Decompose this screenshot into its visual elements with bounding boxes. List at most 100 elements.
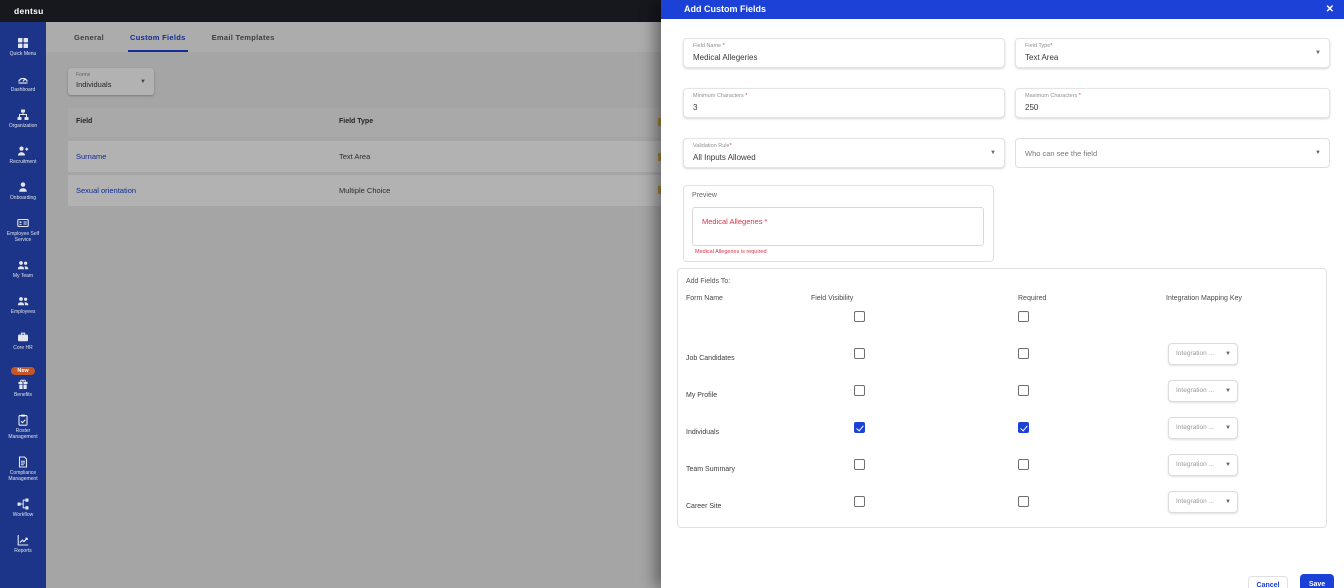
integration-mapping-select[interactable]: Integration ... ▼ [1168,454,1238,476]
sidebar-item-label: Organization [9,123,37,129]
document-icon [17,456,29,468]
field-visibility-checkbox[interactable] [854,385,865,396]
add-fields-row-job-candidates: Job Candidates Integration ...▼ [678,344,1326,381]
field-visibility-checkbox[interactable] [854,496,865,507]
add-fields-row-individuals: Individuals Integration ... ▼ [678,418,1326,455]
sidebar-item-label: My Team [13,273,33,279]
who-can-see-field-select[interactable]: Who can see the field ▼ [1015,138,1330,168]
field-name-input[interactable]: Field Name *Medical Allegeries [683,38,1005,68]
column-header-form-name: Form Name [686,295,723,302]
preview-card: Preview Medical Allegeries * Medical All… [683,185,994,262]
cancel-button[interactable]: Cancel [1248,576,1288,588]
form-name-label: Job Candidates [686,355,735,362]
person-add-icon [17,145,29,157]
integration-mapping-select[interactable]: Integration ... ▼ [1168,491,1238,513]
sidebar-item-label: Employees [11,309,36,315]
required-checkbox[interactable] [1018,496,1029,507]
sidebar-item-quick-menu[interactable]: Quick Menu [0,37,46,57]
sidebar-item-my-team[interactable]: My Team [0,259,46,279]
gift-icon [17,378,29,390]
required-checkbox-checked[interactable] [1018,422,1029,433]
field-visibility-checkbox[interactable] [854,311,865,322]
person-icon [17,181,29,193]
close-icon[interactable]: ✕ [1326,0,1334,19]
minimum-characters-input[interactable]: Minimum Characters *3 [683,88,1005,118]
integration-mapping-placeholder: Integration ... [1176,455,1214,475]
field-type-select[interactable]: Field Type*Text Area ▼ [1015,38,1330,68]
sidebar-item-onboarding[interactable]: Onboarding [0,181,46,201]
chevron-down-icon: ▼ [990,150,996,156]
chevron-down-icon: ▼ [1225,499,1231,505]
clipboard-check-icon [17,414,29,426]
column-header-field-visibility: Field Visibility [811,295,853,302]
grid-icon [17,37,29,49]
field-visibility-checkbox-checked[interactable] [854,422,865,433]
add-fields-row-career-site: Career SiteIntegration ...▼ [678,492,1326,529]
chevron-down-icon: ▼ [1315,150,1321,156]
integration-mapping-select[interactable]: Integration ... ▼ [1168,380,1238,402]
modal-title: Add Custom Fields [684,0,766,19]
sidebar-item-label: Quick Menu [10,51,37,57]
sidebar-item-label: Dashboard [11,87,35,93]
add-fields-row-select-all [678,307,1326,344]
sidebar-item-compliance-management[interactable]: Compliance Management [0,456,46,482]
column-header-integration-mapping-key: Integration Mapping Key [1166,295,1242,302]
sidebar-nav: Quick Menu Dashboard Organization Recruitme… [0,22,46,588]
sidebar-item-organization[interactable]: Organization [0,109,46,129]
field-visibility-checkbox[interactable] [854,459,865,470]
field-visibility-checkbox[interactable] [854,348,865,359]
sidebar-item-label: Benefits [14,392,32,398]
chevron-down-icon: ▼ [1225,388,1231,394]
sidebar-item-recruitment[interactable]: Recruitment [0,145,46,165]
preview-label: Preview [692,192,717,199]
people-icon [17,295,29,307]
integration-mapping-select[interactable]: Integration ... ▼ [1168,417,1238,439]
form-name-label: My Profile [686,392,717,399]
sidebar-item-benefits[interactable]: New Benefits [0,367,46,398]
modal-header: Add Custom Fields ✕ [661,0,1344,19]
required-checkbox[interactable] [1018,385,1029,396]
sidebar-item-core-hr[interactable]: Core HR [0,331,46,351]
sidebar-item-label: Roster Management [1,428,45,440]
new-badge: New [11,367,34,375]
sidebar-item-label: Onboarding [10,195,36,201]
form-name-label: Team Summary [686,466,735,473]
gauge-icon [17,73,29,85]
required-checkbox[interactable] [1018,459,1029,470]
sidebar-item-employees[interactable]: Employees [0,295,46,315]
add-fields-row-my-profile: My Profile Integration ... ▼ [678,381,1326,418]
sidebar-item-roster-management[interactable]: Roster Management [0,414,46,440]
required-checkbox[interactable] [1018,311,1029,322]
org-chart-icon [17,109,29,121]
sidebar-item-label: Compliance Management [1,470,45,482]
chevron-down-icon: ▼ [1225,462,1231,468]
field-label: Field Type* [1025,43,1052,49]
sidebar-item-label: Core HR [13,345,32,351]
modal-scrim[interactable] [46,22,661,588]
sidebar-item-workflow[interactable]: Workflow [0,498,46,518]
validation-rule-select[interactable]: Validation Rule*All Inputs Allowed ▼ [683,138,1005,168]
required-checkbox[interactable] [1018,348,1029,359]
field-value: 3 [693,103,697,112]
sidebar-item-dashboard[interactable]: Dashboard [0,73,46,93]
integration-mapping-select[interactable]: Integration ...▼ [1168,343,1238,365]
form-name-label: Individuals [686,429,719,436]
integration-mapping-placeholder: Integration ... [1176,492,1214,512]
integration-mapping-placeholder: Integration ... [1176,381,1214,401]
chevron-down-icon: ▼ [1225,425,1231,431]
field-value: All Inputs Allowed [693,153,756,162]
integration-mapping-placeholder: Integration ... [1176,418,1214,438]
sidebar-item-label: Workflow [13,512,33,518]
add-fields-to-card: Add Fields To: Form Name Field Visibilit… [677,268,1327,528]
field-value: 250 [1025,103,1038,112]
sidebar-item-reports[interactable]: Reports [0,534,46,554]
brand-logo: dentsu [14,0,44,22]
preview-field-box[interactable]: Medical Allegeries * [692,207,984,246]
line-chart-icon [17,534,29,546]
add-custom-fields-modal: Add Custom Fields ✕ Field Name *Medical … [661,0,1344,588]
maximum-characters-input[interactable]: Maximum Characters *250 [1015,88,1330,118]
field-value: Medical Allegeries [693,53,757,62]
add-fields-row-team-summary: Team Summary Integration ... ▼ [678,455,1326,492]
save-button[interactable]: Save [1300,574,1334,588]
sidebar-item-employee-self-service[interactable]: Employee Self Service [0,217,46,243]
